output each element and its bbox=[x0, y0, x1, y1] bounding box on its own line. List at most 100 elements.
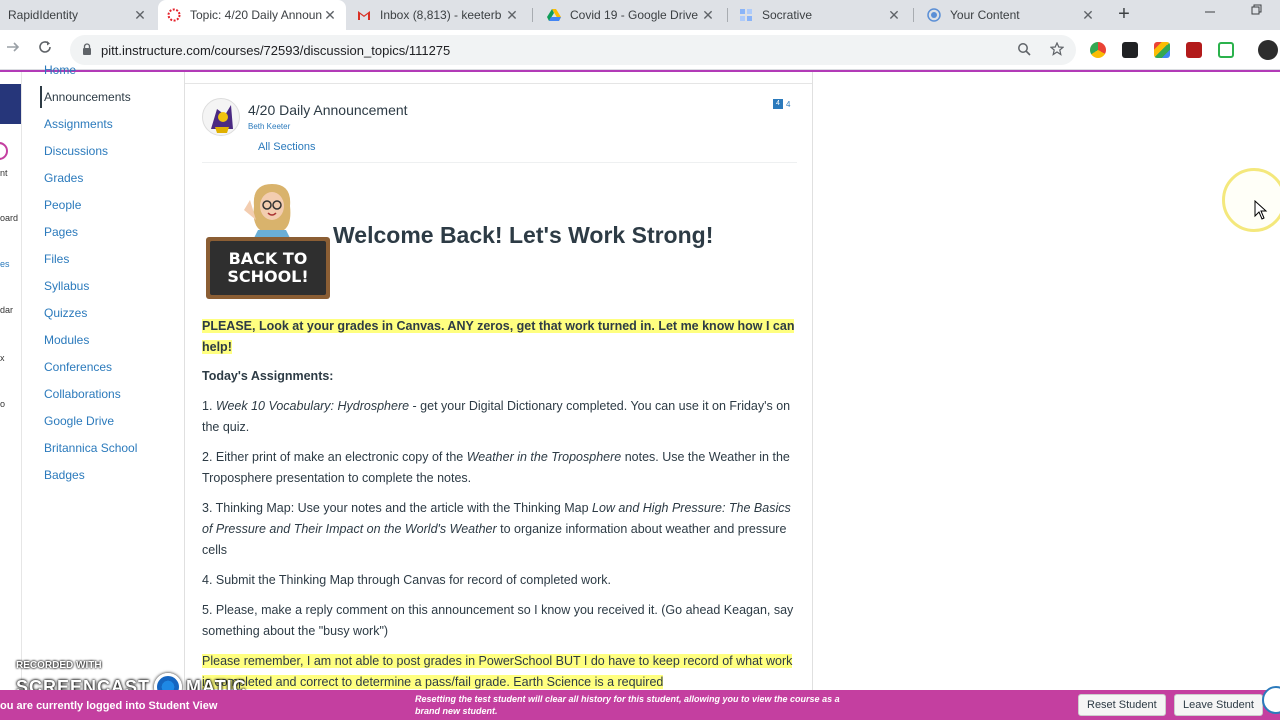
tab-socrative[interactable]: Socrative ✕ bbox=[730, 0, 910, 30]
address-bar[interactable]: pitt.instructure.com/courses/72593/discu… bbox=[70, 35, 1076, 65]
active-indicator bbox=[40, 86, 42, 108]
institution-logo[interactable] bbox=[0, 84, 21, 124]
pdf-extension-icon[interactable] bbox=[1186, 42, 1202, 58]
camera-extension-icon[interactable] bbox=[1122, 42, 1138, 58]
tab-your-content[interactable]: Your Content ✕ bbox=[918, 0, 1104, 30]
assignment-item-3: 3. Thinking Map: Use your notes and the … bbox=[202, 498, 798, 561]
course-nav-google-drive[interactable]: Google Drive bbox=[44, 414, 114, 428]
leave-student-view-button[interactable]: Leave Student bbox=[1174, 694, 1263, 716]
account-icon[interactable] bbox=[0, 140, 10, 162]
tab-rapididentity[interactable]: RapidIdentity ✕ bbox=[0, 0, 156, 30]
course-nav-files[interactable]: Files bbox=[44, 252, 69, 266]
url-text: pitt.instructure.com/courses/72593/discu… bbox=[101, 43, 451, 58]
course-nav-announcements[interactable]: Announcements bbox=[44, 90, 131, 104]
back-to-school-bitmoji: BACK TO SCHOOL! bbox=[206, 180, 330, 300]
tab-separator bbox=[727, 8, 728, 22]
course-nav-grades[interactable]: Grades bbox=[44, 171, 83, 185]
content-header-bar bbox=[185, 72, 812, 84]
browser-toolbar: pitt.instructure.com/courses/72593/discu… bbox=[0, 30, 1280, 70]
nav-fragment-dashboard[interactable]: oard bbox=[0, 213, 18, 223]
highlighted-text: PLEASE, Look at your grades in Canvas. A… bbox=[202, 319, 795, 354]
close-icon[interactable]: ✕ bbox=[504, 7, 520, 24]
recorded-with-label: RECORDED WITH bbox=[16, 660, 102, 671]
course-nav-syllabus[interactable]: Syllabus bbox=[44, 279, 89, 293]
reload-icon[interactable] bbox=[34, 39, 56, 61]
assignment-item-4: 4. Submit the Thinking Map through Canva… bbox=[202, 573, 612, 587]
zoom-icon[interactable] bbox=[1016, 42, 1032, 58]
assignment-item-5: 5. Please, make a reply comment on this … bbox=[202, 603, 794, 638]
item-number: 1. bbox=[202, 399, 216, 413]
reply-count: 4 bbox=[786, 99, 791, 109]
cursor-highlight-ring bbox=[1222, 168, 1280, 232]
course-nav-pages[interactable]: Pages bbox=[44, 225, 78, 239]
divider bbox=[202, 162, 797, 163]
grading-note: Please remember, I am not able to post g… bbox=[202, 651, 798, 690]
nav-fragment-inbox[interactable]: x bbox=[0, 353, 5, 363]
course-nav-britannica-school[interactable]: Britannica School bbox=[44, 441, 137, 455]
close-icon[interactable]: ✕ bbox=[700, 7, 716, 24]
course-nav-collaborations[interactable]: Collaborations bbox=[44, 387, 121, 401]
course-nav-modules[interactable]: Modules bbox=[44, 333, 89, 347]
new-tab-button[interactable]: + bbox=[1113, 4, 1135, 26]
sections-link[interactable]: All Sections bbox=[258, 141, 315, 153]
course-navigation: Home Announcements Assignments Discussio… bbox=[34, 63, 184, 690]
author-name-link[interactable]: Beth Keeter bbox=[248, 122, 290, 131]
close-icon[interactable]: ✕ bbox=[132, 7, 148, 24]
student-view-notice: ou are currently logged into Student Vie… bbox=[0, 700, 218, 712]
tab-title: Socrative bbox=[762, 8, 813, 22]
tab-separator bbox=[913, 8, 914, 22]
assignment-item-1: 1. Week 10 Vocabulary: Hydrosphere - get… bbox=[202, 396, 798, 438]
sign-text: BACK TO SCHOOL! bbox=[210, 241, 326, 295]
reset-student-button[interactable]: Reset Student bbox=[1078, 694, 1166, 716]
chrome-extension-icon[interactable] bbox=[1090, 42, 1106, 58]
tab-separator bbox=[532, 8, 533, 22]
course-nav-discussions[interactable]: Discussions bbox=[44, 144, 108, 158]
nav-fragment-help[interactable]: o bbox=[0, 399, 5, 409]
reply-count-badge: 4 4 bbox=[773, 99, 790, 109]
course-nav-people[interactable]: People bbox=[44, 198, 81, 212]
bookmark-star-icon[interactable] bbox=[1049, 41, 1065, 58]
tab-google-drive[interactable]: Covid 19 - Google Drive ✕ bbox=[538, 0, 724, 30]
tab-canvas-topic[interactable]: Topic: 4/20 Daily Announ ✕ bbox=[158, 0, 346, 30]
profile-avatar[interactable] bbox=[1258, 40, 1278, 60]
tab-title: RapidIdentity bbox=[8, 8, 79, 22]
nav-fragment-courses[interactable]: es bbox=[0, 259, 10, 269]
course-nav-home[interactable]: Home bbox=[44, 63, 76, 77]
highlighted-text: Please remember, I am not able to post g… bbox=[202, 654, 793, 689]
drive-icon bbox=[546, 7, 562, 23]
reset-explanation: Resetting the test student will clear al… bbox=[415, 694, 840, 716]
course-nav-quizzes[interactable]: Quizzes bbox=[44, 306, 87, 320]
global-navigation: nt oard es dar x o bbox=[0, 72, 22, 690]
item-text: 3. Thinking Map: Use your notes and the … bbox=[202, 501, 593, 515]
close-icon[interactable]: ✕ bbox=[886, 7, 902, 24]
restore-icon[interactable] bbox=[1244, 3, 1268, 25]
reply-count-icon: 4 bbox=[773, 99, 783, 109]
student-view-bar: ou are currently logged into Student Vie… bbox=[0, 690, 1280, 720]
tab-gmail[interactable]: Inbox (8,813) - keeterb ✕ bbox=[348, 0, 528, 30]
socrative-icon bbox=[738, 7, 754, 23]
course-nav-assignments[interactable]: Assignments bbox=[44, 117, 113, 131]
close-icon[interactable]: ✕ bbox=[1080, 7, 1096, 24]
lock-icon bbox=[83, 43, 91, 55]
assignments-heading: Today's Assignments: bbox=[202, 369, 334, 383]
tab-title: Your Content bbox=[950, 8, 1020, 22]
tab-title: Inbox (8,813) - keeterb bbox=[380, 8, 502, 22]
author-avatar[interactable] bbox=[202, 98, 240, 136]
close-icon[interactable]: ✕ bbox=[322, 7, 338, 24]
minimize-icon[interactable] bbox=[1198, 3, 1222, 25]
tab-title: Topic: 4/20 Daily Announ bbox=[190, 8, 322, 22]
item-text: 2. Either print of make an electronic co… bbox=[202, 450, 467, 464]
nav-fragment-account[interactable]: nt bbox=[0, 168, 8, 178]
gmail-icon bbox=[356, 7, 372, 23]
course-nav-conferences[interactable]: Conferences bbox=[44, 360, 112, 374]
item-title: Weather in the Troposphere bbox=[466, 450, 622, 464]
forward-icon[interactable] bbox=[2, 39, 24, 61]
grades-reminder: PLEASE, Look at your grades in Canvas. A… bbox=[202, 316, 798, 358]
teacher-bitmoji-image bbox=[244, 184, 292, 242]
tab-title: Covid 19 - Google Drive bbox=[570, 8, 699, 22]
colorful-extension-icon[interactable] bbox=[1154, 42, 1170, 58]
nav-fragment-calendar[interactable]: dar bbox=[0, 305, 13, 315]
browser-tab-strip: RapidIdentity ✕ Topic: 4/20 Daily Announ… bbox=[0, 0, 1280, 30]
green-extension-icon[interactable] bbox=[1218, 42, 1234, 58]
course-nav-badges[interactable]: Badges bbox=[44, 468, 85, 482]
